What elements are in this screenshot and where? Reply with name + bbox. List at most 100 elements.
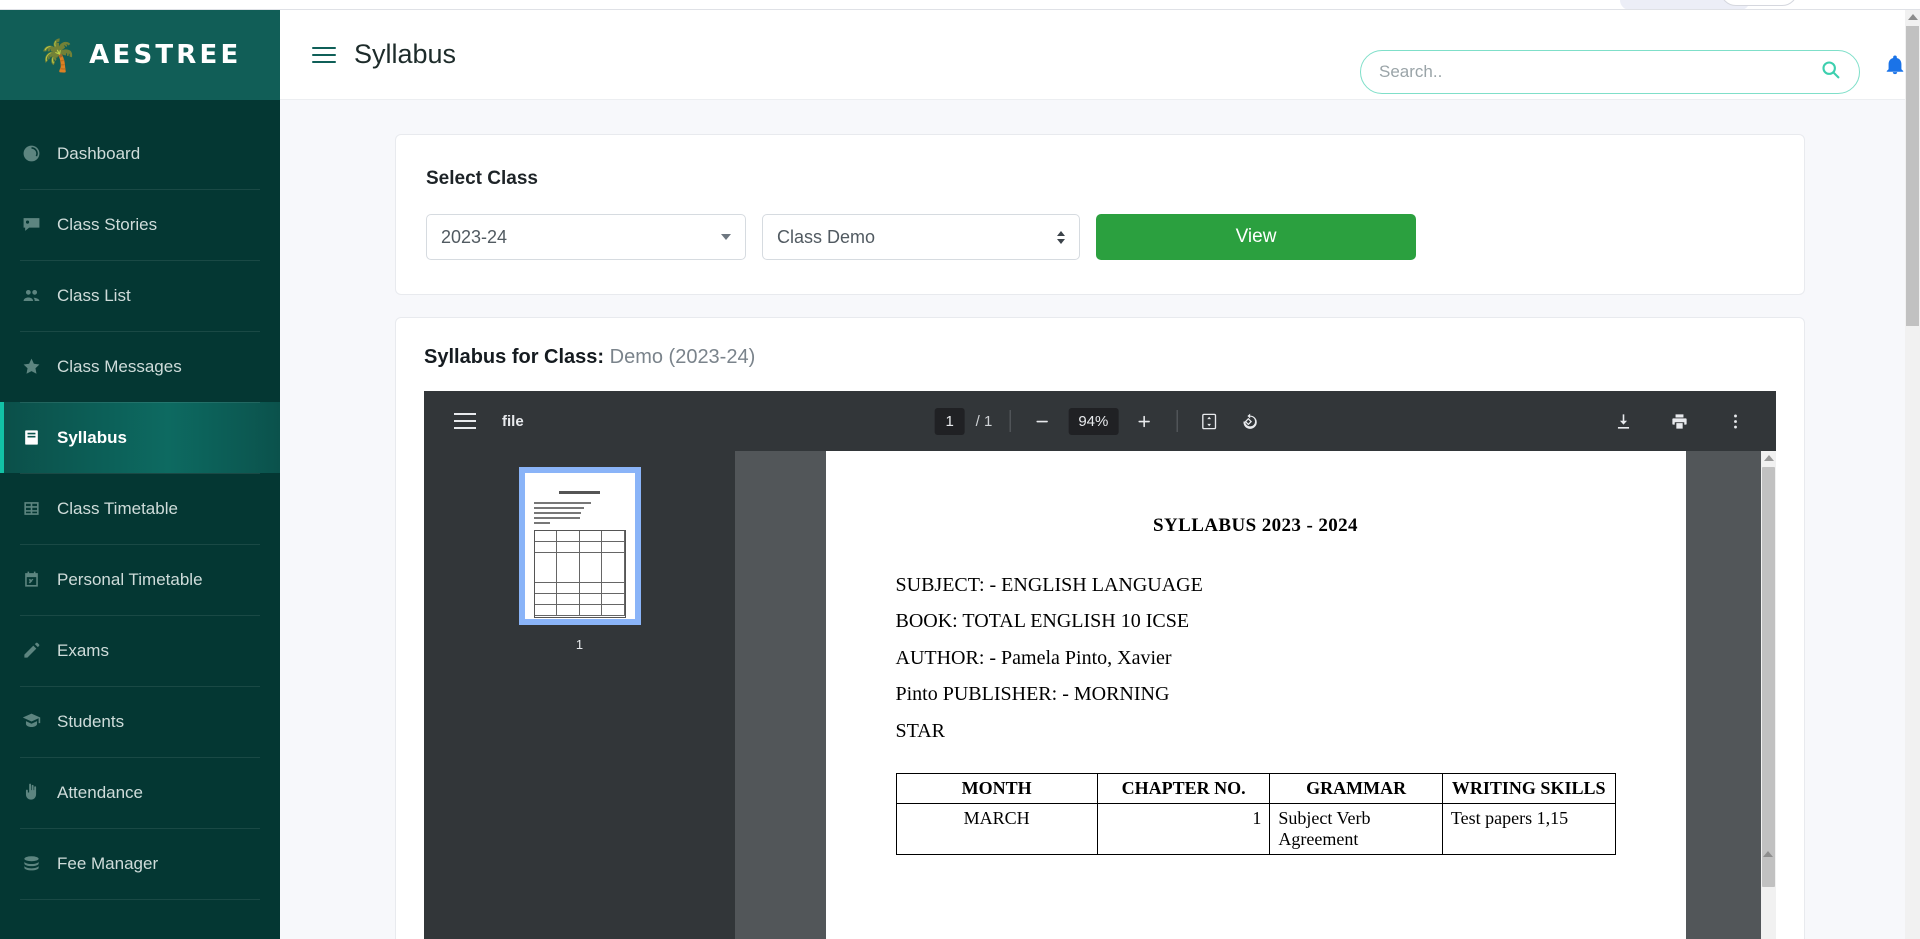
rotate-icon[interactable] — [1235, 406, 1265, 436]
thumbnail-preview — [525, 473, 635, 619]
more-vertical-icon[interactable] — [1720, 406, 1750, 436]
pencil-ruler-icon — [20, 640, 42, 662]
academic-year-select[interactable]: 2023-24 — [426, 214, 746, 260]
document-line: Pinto PUBLISHER: - MORNING — [895, 683, 1170, 706]
sidebar-item-attendance[interactable]: Attendance — [0, 757, 280, 828]
page-vertical-scrollbar[interactable] — [1905, 10, 1920, 939]
pdf-thumbnail-page-1[interactable] — [518, 467, 641, 625]
bell-icon[interactable] — [1884, 54, 1906, 81]
table-header-cell: MONTH — [895, 772, 1098, 804]
search-icon[interactable] — [1820, 59, 1841, 85]
table-header-row: MONTH CHAPTER NO. GRAMMAR WRITING SKILLS — [895, 772, 1616, 804]
page-scrollbar-thumb[interactable] — [1906, 26, 1919, 326]
view-button[interactable]: View — [1096, 214, 1416, 260]
brand-name: AESTREE — [89, 40, 242, 70]
sidebar-item-label: Class Messages — [57, 356, 182, 376]
class-select[interactable]: Class Demo — [762, 214, 1080, 260]
syllabus-heading-value: Demo (2023-24) — [609, 346, 756, 368]
search-box[interactable] — [1360, 50, 1860, 94]
document-line: STAR — [895, 719, 946, 742]
sidebar-item-fee-manager[interactable]: Fee Manager — [0, 828, 280, 899]
chevron-down-icon — [721, 234, 731, 240]
table-cell: Subject Verb Agreement — [1269, 802, 1443, 855]
sidebar-item-label: Fee Manager — [57, 853, 159, 873]
scroll-marker-icon — [1763, 851, 1773, 857]
sidebar-item-syllabus[interactable]: Syllabus — [0, 402, 280, 473]
toolbar-separator-2 — [1176, 410, 1178, 432]
graduate-icon — [20, 711, 42, 733]
palm-tree-icon: 🌴 — [38, 37, 78, 73]
sidebar-item-label: Students — [57, 711, 125, 731]
coins-icon — [20, 853, 42, 875]
sidebar-item-personal-timetable[interactable]: Personal Timetable — [0, 544, 280, 615]
class-stories-icon — [20, 214, 42, 236]
zoom-level-value[interactable]: 94% — [1068, 407, 1119, 435]
select-class-card: Select Class 2023-24 Class Demo View — [395, 134, 1805, 295]
pdf-page-viewport[interactable]: SYLLABUS 2023 - 2024 SUBJECT: - ENGLISH … — [735, 451, 1776, 939]
syllabus-heading: Syllabus for Class: Demo (2023-24) — [424, 346, 1776, 369]
sidebar-item-class-stories[interactable]: Class Stories — [0, 189, 280, 260]
select-class-heading: Select Class — [426, 168, 538, 189]
syllabus-table: MONTH CHAPTER NO. GRAMMAR WRITING SKILLS… — [895, 772, 1616, 855]
sidebar-item-label: Class List — [57, 285, 131, 305]
brand-logo[interactable]: 🌴 AESTREE — [0, 10, 280, 100]
pdf-toolbar-right — [1608, 406, 1750, 436]
table-cell: Test papers 1,15 — [1441, 802, 1616, 855]
hamburger-icon[interactable] — [312, 42, 336, 68]
sidebar-item-students[interactable]: Students — [0, 686, 280, 757]
pdf-toolbar: file 1 / 1 94% — [424, 391, 1776, 451]
pdf-thumbnail-panel: 1 — [424, 451, 735, 939]
page-number-input[interactable]: 1 — [934, 407, 965, 435]
download-icon[interactable] — [1608, 406, 1638, 436]
sidebar-item-label: Class Stories — [57, 214, 158, 234]
search-input[interactable] — [1379, 62, 1820, 82]
browser-chrome-sliver — [0, 0, 1920, 10]
sidebar-item-class-timetable[interactable]: Class Timetable — [0, 473, 280, 544]
pdf-scrollbar-thumb[interactable] — [1762, 467, 1775, 887]
pdf-viewer: file 1 / 1 94% 1 SYLLABUS 2023 - 2024 SU… — [424, 391, 1776, 939]
hand-icon — [20, 782, 42, 804]
sidebar-item-label: Class Timetable — [57, 498, 178, 518]
sidebar-item-exams[interactable]: Exams — [0, 615, 280, 686]
sidebar-item-label: Personal Timetable — [57, 569, 203, 589]
minus-icon[interactable] — [1027, 406, 1057, 436]
pdf-body: 1 SYLLABUS 2023 - 2024 SUBJECT: - ENGLIS… — [424, 451, 1776, 939]
pdf-vertical-scrollbar[interactable] — [1761, 451, 1776, 939]
select-row: 2023-24 Class Demo View — [426, 214, 1774, 260]
document-line: BOOK: TOTAL ENGLISH 10 ICSE — [895, 610, 1190, 633]
plus-icon[interactable] — [1129, 406, 1159, 436]
browser-omnibox[interactable] — [1720, 0, 1798, 6]
sidebar-item-label: Attendance — [57, 782, 144, 802]
fit-page-icon[interactable] — [1194, 406, 1224, 436]
main-content: Select Class 2023-24 Class Demo View Syl… — [280, 100, 1920, 939]
dashboard-icon — [20, 143, 42, 165]
grid-icon — [20, 498, 42, 520]
table-cell: MARCH — [895, 802, 1098, 855]
print-icon[interactable] — [1664, 406, 1694, 436]
topbar: Syllabus Mrs. Sushmita Rai — [280, 10, 1920, 100]
star-icon — [20, 356, 42, 378]
up-down-chevron-icon — [1057, 230, 1065, 244]
table-header-cell: WRITING SKILLS — [1441, 772, 1616, 804]
sidebar-nav: Dashboard Class Stories Class List Class… — [0, 100, 280, 939]
syllabus-card: Syllabus for Class: Demo (2023-24) file … — [395, 317, 1805, 939]
table-header-cell: GRAMMAR — [1269, 772, 1443, 804]
sidebar-item-label: Syllabus — [57, 427, 127, 447]
sidebar-toggle-icon[interactable] — [454, 408, 476, 434]
pdf-file-name: file — [502, 412, 524, 430]
sidebar-item-dashboard[interactable]: Dashboard — [0, 118, 280, 189]
scroll-up-arrow-icon[interactable] — [1763, 455, 1774, 461]
sidebar-item-class-messages[interactable]: Class Messages — [0, 331, 280, 402]
book-icon — [20, 427, 42, 449]
document-line: SUBJECT: - ENGLISH LANGUAGE — [895, 574, 1203, 596]
sidebar-item-class-list[interactable]: Class List — [0, 260, 280, 331]
table-cell: 1 — [1096, 802, 1271, 855]
toolbar-separator — [1009, 410, 1011, 432]
academic-year-value: 2023-24 — [441, 226, 508, 247]
table-header-cell: CHAPTER NO. — [1096, 772, 1271, 804]
table-row: MARCH 1 Subject Verb Agreement Test pape… — [895, 802, 1616, 855]
page-total-label: / 1 — [975, 412, 993, 430]
page-scroll-up-arrow-icon[interactable] — [1907, 14, 1918, 20]
people-icon — [20, 285, 42, 307]
sidebar-item-partial[interactable] — [0, 899, 280, 939]
